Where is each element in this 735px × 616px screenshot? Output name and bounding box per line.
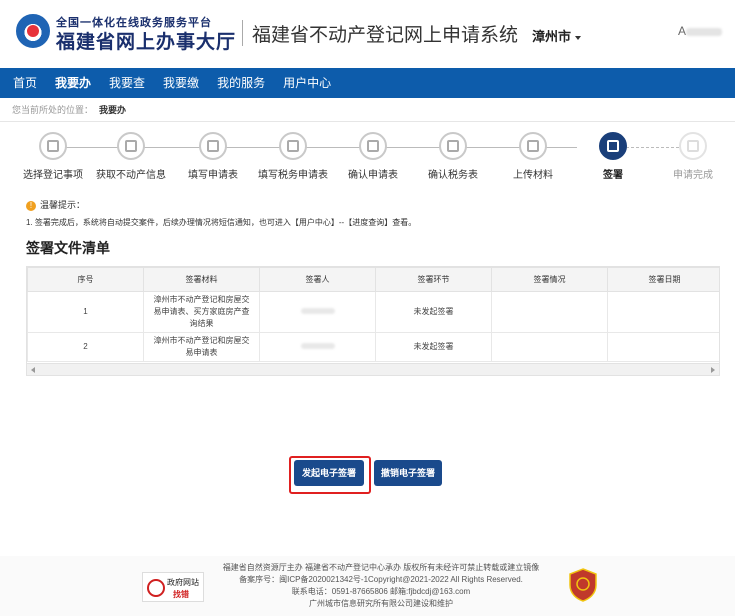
nav-item-user-center[interactable]: 用户中心 bbox=[274, 68, 340, 98]
house-icon bbox=[359, 132, 387, 160]
cell-status bbox=[491, 332, 608, 362]
building-icon bbox=[117, 132, 145, 160]
main-nav: 首页 我要办 我要查 我要缴 我的服务 用户中心 bbox=[0, 68, 735, 98]
step-label: 获取不动产信息 bbox=[96, 170, 166, 181]
gov-site-error-report-badge[interactable]: 政府网站 找错 bbox=[142, 572, 204, 602]
step-select-item: 选择登记事项 bbox=[13, 132, 93, 181]
cell-status bbox=[491, 291, 608, 333]
police-badge-icon[interactable] bbox=[568, 568, 598, 602]
step-upload-materials: 上传材料 bbox=[493, 132, 573, 181]
user-icon: A bbox=[678, 24, 687, 38]
step-label: 填写税务申请表 bbox=[258, 170, 328, 181]
footer: 政府网站 找错 福建省自然资源厅主办 福建省不动产登记中心承办 版权所有未经许可… bbox=[0, 556, 735, 616]
col-header-no: 序号 bbox=[27, 267, 144, 292]
footer-line-maintainer: 广州城市信息研究所有限公司建设和维护 bbox=[309, 599, 453, 608]
col-header-material: 签署材料 bbox=[143, 267, 260, 292]
nav-item-home[interactable]: 首页 bbox=[4, 68, 46, 98]
gov-badge-label: 政府网站 bbox=[167, 578, 199, 587]
scroll-left-icon[interactable] bbox=[31, 367, 35, 373]
nav-item-pay[interactable]: 我要缴 bbox=[154, 68, 208, 98]
step-label: 确认申请表 bbox=[348, 170, 398, 181]
start-e-sign-button[interactable]: 发起电子签署 bbox=[294, 460, 364, 486]
step-label: 填写申请表 bbox=[188, 170, 238, 181]
step-sign: 签署 bbox=[573, 132, 653, 181]
cell-no: 2 bbox=[27, 332, 144, 362]
sign-file-table: 序号 签署材料 签署人 签署环节 签署情况 签署日期 1 漳州市不动产登记和房屋… bbox=[26, 266, 720, 376]
city-selector[interactable]: 漳州市 bbox=[532, 26, 582, 45]
upload-icon bbox=[519, 132, 547, 160]
breadcrumb: 您当前所处的位置： 我要办 bbox=[0, 98, 735, 122]
warning-icon: ! bbox=[26, 200, 36, 211]
section-title: 签署文件清单 bbox=[26, 240, 110, 256]
col-header-stage: 签署环节 bbox=[375, 267, 492, 292]
user-name-redacted bbox=[686, 27, 723, 36]
step-fill-tax-form: 填写税务申请表 bbox=[253, 132, 333, 181]
cell-stage: 未发起签署 bbox=[375, 332, 492, 362]
breadcrumb-prefix: 您当前所处的位置： bbox=[12, 105, 94, 115]
nav-item-query[interactable]: 我要查 bbox=[100, 68, 154, 98]
cell-material: 漳州市不动产登记和房屋交易申请表 bbox=[143, 332, 260, 362]
table-row: 2 漳州市不动产登记和房屋交易申请表 未发起签署 bbox=[27, 332, 719, 362]
house-icon bbox=[439, 132, 467, 160]
step-confirm-tax-form: 确认税务表 bbox=[413, 132, 493, 181]
footer-line-contact: 联系电话：0591-87665806 邮箱:fjbdcdj@163.com bbox=[291, 587, 471, 596]
house-icon bbox=[279, 132, 307, 160]
gov-badge-action: 找错 bbox=[173, 590, 189, 599]
table-header-row: 序号 签署材料 签署人 签署环节 签署情况 签署日期 bbox=[27, 267, 719, 292]
col-header-status: 签署情况 bbox=[491, 267, 608, 292]
nav-item-services[interactable]: 我的服务 bbox=[208, 68, 274, 98]
footer-text: 福建省自然资源厅主办 福建省不动产登记中心承办 版权所有未经许可禁止转载或建立镜… bbox=[216, 562, 546, 610]
step-label: 选择登记事项 bbox=[23, 170, 83, 181]
cell-signer bbox=[259, 332, 376, 362]
reminder-title-row: ! 温馨提示： bbox=[0, 190, 735, 211]
cell-material: 漳州市不动产登记和房屋交易申请表、买方家庭房产查询结果 bbox=[143, 291, 260, 333]
table: 序号 签署材料 签署人 签署环节 签署情况 签署日期 1 漳州市不动产登记和房屋… bbox=[27, 267, 719, 362]
reminder-text: 1. 签署完成后，系统将自动提交案件，后续办理情况将短信通知，也可进入【用户中心… bbox=[26, 218, 417, 227]
cell-stage: 未发起签署 bbox=[375, 291, 492, 333]
step-label: 申请完成 bbox=[673, 170, 713, 181]
city-name: 漳州市 bbox=[532, 29, 572, 44]
scroll-right-icon[interactable] bbox=[711, 367, 715, 373]
cell-date bbox=[607, 291, 719, 333]
step-get-property-info: 获取不动产信息 bbox=[91, 132, 171, 181]
col-header-signer: 签署人 bbox=[259, 267, 376, 292]
revoke-e-sign-button[interactable]: 撤销电子签署 bbox=[374, 460, 442, 486]
finish-icon bbox=[679, 132, 707, 160]
cell-no: 1 bbox=[27, 291, 144, 333]
list-icon bbox=[39, 132, 67, 160]
edit-icon bbox=[599, 132, 627, 160]
col-header-date: 签署日期 bbox=[607, 267, 719, 292]
signer-redacted bbox=[300, 343, 335, 349]
step-fill-form: 填写申请表 bbox=[173, 132, 253, 181]
header: 全国一体化在线政务服务平台 福建省网上办事大厅 福建省不动产登记网上申请系统 漳… bbox=[0, 0, 735, 68]
step-complete: 申请完成 bbox=[653, 132, 733, 181]
house-icon bbox=[199, 132, 227, 160]
user-menu[interactable]: A bbox=[678, 24, 723, 38]
reminder-title: 温馨提示： bbox=[40, 200, 86, 210]
gov-seal-icon bbox=[147, 579, 165, 597]
header-divider bbox=[242, 20, 243, 46]
step-label: 确认税务表 bbox=[428, 170, 478, 181]
step-label: 上传材料 bbox=[513, 170, 553, 181]
step-label: 签署 bbox=[603, 170, 623, 181]
portal-name[interactable]: 福建省网上办事大厅 bbox=[56, 27, 236, 54]
progress-steps: 选择登记事项 获取不动产信息 填写申请表 填写税务申请表 确认申请表 确认税务表… bbox=[0, 132, 735, 190]
footer-line-sponsor: 福建省自然资源厅主办 福建省不动产登记中心承办 版权所有未经许可禁止转载或建立镜… bbox=[222, 563, 540, 572]
caret-down-icon bbox=[575, 35, 582, 40]
platform-logo-icon bbox=[16, 14, 50, 48]
system-title: 福建省不动产登记网上申请系统 bbox=[252, 25, 519, 46]
cell-date bbox=[607, 332, 719, 362]
footer-line-icp: 备案序号：闽ICP备2020021342号-1Copyright@2021-20… bbox=[239, 575, 523, 584]
horizontal-scrollbar[interactable] bbox=[27, 363, 719, 375]
nav-item-apply[interactable]: 我要办 bbox=[46, 68, 100, 98]
signer-redacted bbox=[300, 308, 335, 314]
table-row: 1 漳州市不动产登记和房屋交易申请表、买方家庭房产查询结果 未发起签署 bbox=[27, 291, 719, 333]
cell-signer bbox=[259, 291, 376, 333]
breadcrumb-current[interactable]: 我要办 bbox=[99, 105, 126, 115]
step-confirm-form: 确认申请表 bbox=[333, 132, 413, 181]
